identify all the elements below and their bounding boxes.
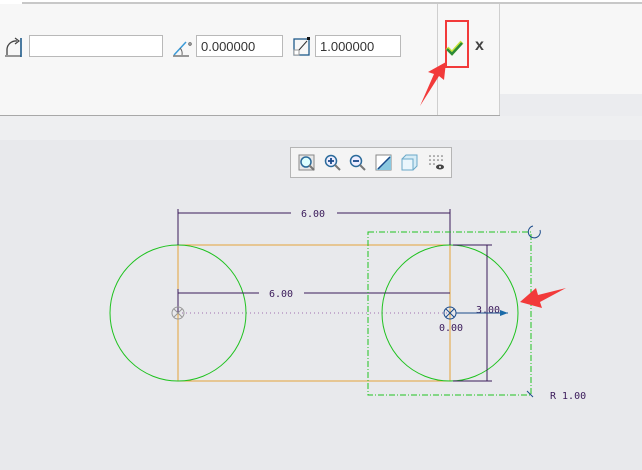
angle-icon bbox=[173, 41, 192, 57]
rotate-resize-dashboard: 0.000000 1.000000 x bbox=[0, 4, 642, 119]
band bbox=[0, 116, 642, 140]
dimension-mid[interactable] bbox=[177, 289, 450, 313]
scale-icon bbox=[293, 37, 310, 56]
dimension-vertical-label[interactable]: 3.00 bbox=[476, 305, 500, 316]
annotation-arrow bbox=[420, 62, 446, 106]
dimension-mid-label[interactable]: 6.00 bbox=[269, 289, 293, 300]
rotate-input[interactable] bbox=[29, 35, 163, 57]
dimension-top-label[interactable]: 6.00 bbox=[301, 209, 325, 220]
scale-handle-icon[interactable] bbox=[526, 390, 534, 398]
origin-label: 0.00 bbox=[439, 323, 463, 334]
rotate-arc-icon bbox=[5, 37, 22, 57]
checkmark-icon[interactable] bbox=[445, 39, 465, 57]
close-icon[interactable]: x bbox=[475, 37, 484, 55]
sketch-canvas[interactable]: 6.00 6.00 3.00 0.00 R 1.00 bbox=[0, 140, 642, 470]
scale-label: R 1.00 bbox=[550, 391, 586, 402]
angle-input[interactable]: 0.000000 bbox=[196, 35, 283, 57]
scale-input[interactable]: 1.000000 bbox=[315, 35, 401, 57]
annotation-arrow bbox=[520, 288, 566, 308]
